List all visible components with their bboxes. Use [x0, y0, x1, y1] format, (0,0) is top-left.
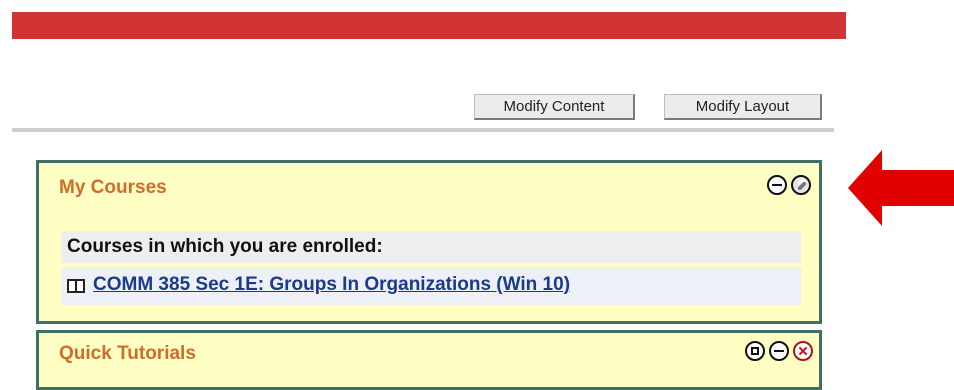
quick-tutorials-portlet: Quick Tutorials	[36, 330, 822, 390]
enrolled-heading: Courses in which you are enrolled:	[61, 231, 801, 263]
annotation-arrow-icon	[848, 150, 954, 226]
portlet-title: My Courses	[59, 177, 167, 198]
minimize-icon[interactable]	[767, 175, 787, 195]
modify-layout-button[interactable]: Modify Layout	[664, 94, 822, 120]
list-item: COMM 385 Sec 1E: Groups In Organizations…	[61, 267, 801, 305]
restore-icon[interactable]	[745, 341, 765, 361]
edit-icon[interactable]	[791, 175, 811, 195]
toolbar-divider	[12, 128, 834, 132]
header-bar	[12, 12, 846, 39]
modify-content-button[interactable]: Modify Content	[474, 94, 635, 120]
portlet-title: Quick Tutorials	[59, 343, 196, 364]
book-icon	[67, 278, 85, 293]
close-icon[interactable]	[793, 341, 813, 361]
my-courses-portlet: My Courses Courses in which you are enro…	[36, 160, 822, 324]
minimize-icon[interactable]	[769, 341, 789, 361]
course-link[interactable]: COMM 385 Sec 1E: Groups In Organizations…	[93, 274, 570, 295]
